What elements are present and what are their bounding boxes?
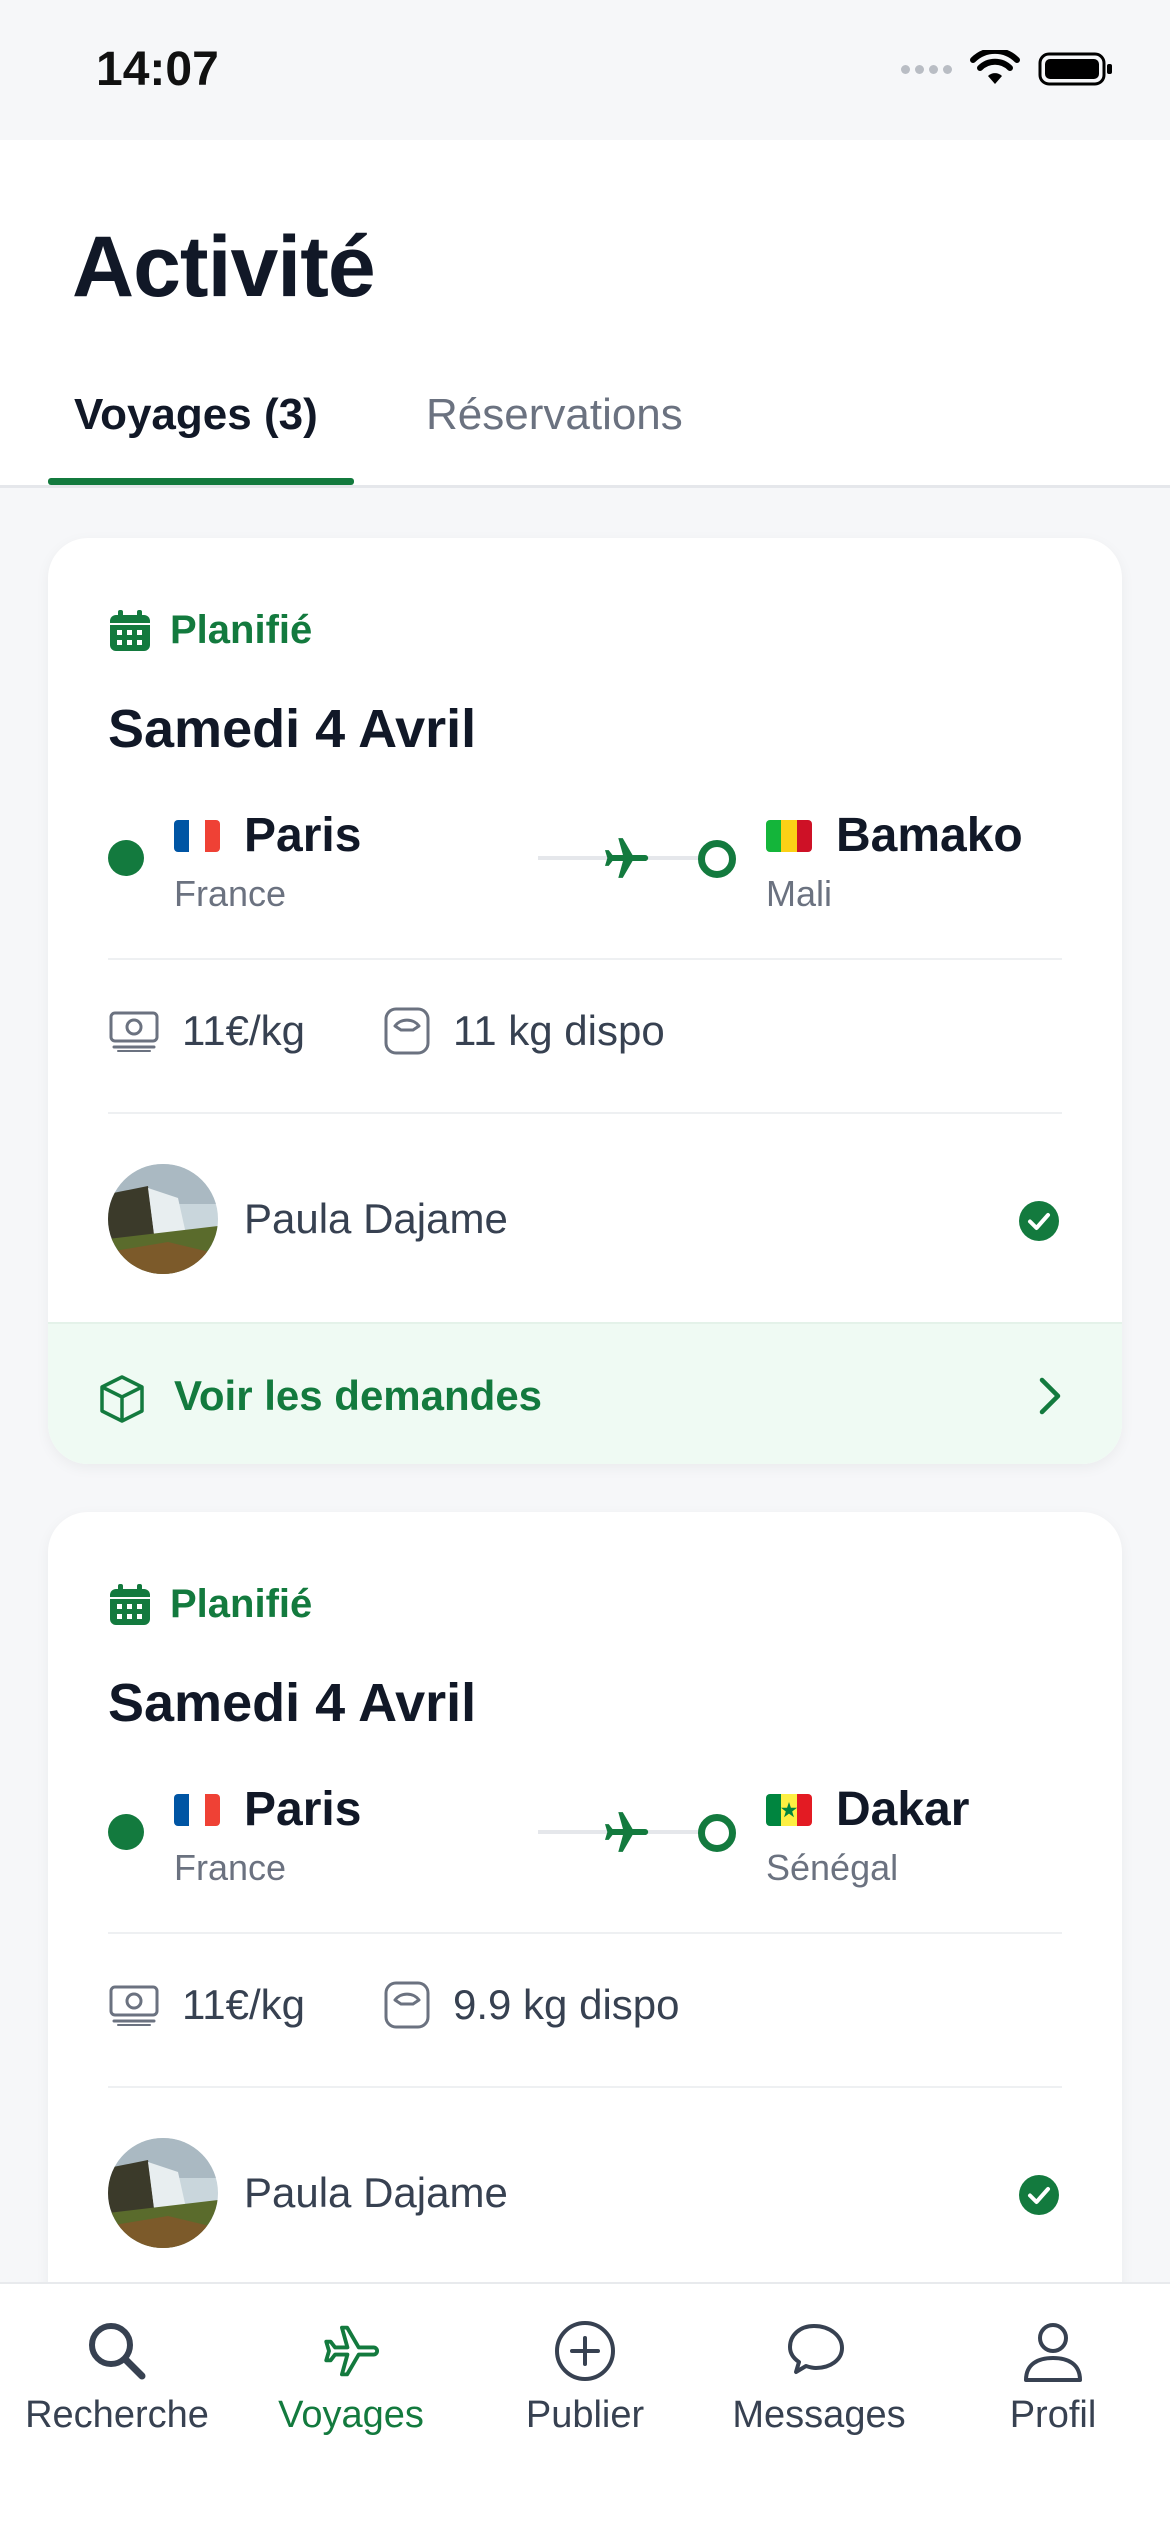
france-flag-icon bbox=[174, 1793, 220, 1826]
active-tab-indicator bbox=[48, 478, 354, 485]
trip-status: Planifié bbox=[108, 608, 312, 653]
trip-info: 11€/kg 11 kg dispo bbox=[108, 1006, 665, 1056]
bottom-tab-bar: Recherche Voyages Publier Messages Profi… bbox=[0, 2282, 1170, 2534]
destination-dot-icon bbox=[698, 840, 736, 878]
origin-dot-icon bbox=[108, 1814, 144, 1850]
traveler-name: Paula Dajame bbox=[244, 1195, 508, 1242]
origin-country: France bbox=[174, 873, 287, 914]
destination-country: Mali bbox=[766, 873, 833, 914]
wifi-icon bbox=[970, 50, 1020, 84]
price-info: 11€/kg bbox=[108, 1981, 305, 2029]
status-label: Planifié bbox=[170, 608, 313, 652]
tab-label: Recherche bbox=[25, 2394, 209, 2436]
cellular-signal-icon bbox=[901, 64, 952, 74]
price-value: 11€/kg bbox=[182, 1007, 305, 1054]
origin-dot-icon bbox=[108, 840, 144, 876]
status-bar: 14:07 bbox=[0, 0, 1170, 140]
senegal-flag-icon bbox=[766, 1793, 812, 1826]
calendar-icon bbox=[110, 1583, 150, 1625]
tab-recherche[interactable]: Recherche bbox=[0, 2318, 234, 2437]
battery-icon bbox=[1038, 52, 1112, 86]
tab-label: Messages bbox=[732, 2394, 906, 2436]
france-flag-icon bbox=[174, 819, 220, 852]
origin: Paris France bbox=[174, 1782, 361, 1889]
status-label: Planifié bbox=[170, 1582, 313, 1626]
banknote-icon bbox=[109, 1011, 159, 1052]
status-time: 14:07 bbox=[96, 43, 219, 96]
trip-date: Samedi 4 Avril bbox=[108, 1673, 477, 1733]
capacity-value: 11 kg dispo bbox=[453, 1007, 665, 1054]
avatar bbox=[108, 2138, 218, 2248]
scale-icon bbox=[384, 1981, 430, 2029]
destination: Dakar Sénégal bbox=[766, 1782, 969, 1889]
divider bbox=[108, 958, 1062, 960]
price-info: 11€/kg bbox=[108, 1007, 305, 1055]
tab-voyages-nav[interactable]: Voyages bbox=[234, 2318, 468, 2437]
traveler[interactable]: Paula Dajame bbox=[108, 2138, 508, 2248]
trip-card[interactable]: Planifié Samedi 4 Avril Paris France Dak… bbox=[48, 1512, 1122, 2412]
tab-publier[interactable]: Publier bbox=[468, 2318, 702, 2437]
capacity-info: 11 kg dispo bbox=[383, 1006, 665, 1056]
view-requests-label: Voir les demandes bbox=[174, 1372, 543, 1419]
tab-messages[interactable]: Messages bbox=[702, 2318, 936, 2437]
destination-country: Sénégal bbox=[766, 1847, 899, 1888]
divider bbox=[108, 1112, 1062, 1114]
plane-icon bbox=[605, 838, 649, 878]
destination-dot-icon bbox=[698, 1814, 736, 1852]
trip-date: Samedi 4 Avril bbox=[108, 699, 477, 759]
tab-label: Voyages bbox=[278, 2394, 424, 2436]
origin-city: Paris bbox=[244, 809, 362, 862]
calendar-icon bbox=[110, 609, 150, 651]
trip-route: Paris France Bamako Mali bbox=[108, 808, 1068, 918]
traveler-name: Paula Dajame bbox=[244, 2169, 508, 2216]
tab-label: Profil bbox=[1009, 2394, 1097, 2436]
scale-icon bbox=[384, 1007, 430, 1055]
banknote-icon bbox=[109, 1985, 159, 2026]
divider bbox=[108, 2086, 1062, 2088]
plane-icon bbox=[324, 2325, 380, 2377]
search-icon bbox=[89, 2323, 146, 2380]
chat-bubbles-icon bbox=[788, 2324, 844, 2374]
verified-check-icon bbox=[1019, 2175, 1059, 2215]
tab-profil[interactable]: Profil bbox=[936, 2318, 1170, 2437]
tab-voyages[interactable]: Voyages (3) bbox=[74, 390, 318, 440]
divider bbox=[108, 1932, 1062, 1934]
status-icons bbox=[901, 50, 1114, 88]
origin-city: Paris bbox=[244, 1783, 362, 1836]
page-title: Activité bbox=[72, 219, 376, 315]
price-value: 11€/kg bbox=[182, 1981, 305, 2028]
trip-card[interactable]: Planifié Samedi 4 Avril Paris France Bam… bbox=[48, 538, 1122, 1464]
verified-check-icon bbox=[1019, 1201, 1059, 1241]
capacity-value: 9.9 kg dispo bbox=[453, 1981, 680, 2028]
destination-city: Dakar bbox=[836, 1783, 970, 1836]
tab-reservations[interactable]: Réservations bbox=[426, 390, 683, 440]
origin: Paris France bbox=[174, 808, 361, 915]
trip-info: 11€/kg 9.9 kg dispo bbox=[108, 1980, 680, 2030]
mali-flag-icon bbox=[766, 819, 812, 852]
trip-status: Planifié bbox=[108, 1582, 312, 1627]
origin-country: France bbox=[174, 1847, 287, 1888]
view-requests-button[interactable]: Voir les demandes bbox=[48, 1322, 1122, 1464]
person-icon bbox=[1024, 2323, 1082, 2382]
tab-label: Publier bbox=[525, 2394, 645, 2436]
page-header: Activité Voyages (3) Réservations bbox=[0, 140, 1170, 488]
avatar bbox=[108, 1164, 218, 1274]
plane-icon bbox=[605, 1812, 649, 1852]
destination-city: Bamako bbox=[836, 809, 1023, 862]
package-icon bbox=[100, 1375, 144, 1423]
traveler[interactable]: Paula Dajame bbox=[108, 1164, 508, 1274]
destination: Bamako Mali bbox=[766, 808, 1023, 915]
trip-route: Paris France Dakar Sénégal bbox=[108, 1782, 1068, 1892]
capacity-info: 9.9 kg dispo bbox=[383, 1980, 680, 2030]
chevron-right-icon bbox=[1039, 1377, 1061, 1415]
plus-circle-icon bbox=[555, 2321, 615, 2381]
